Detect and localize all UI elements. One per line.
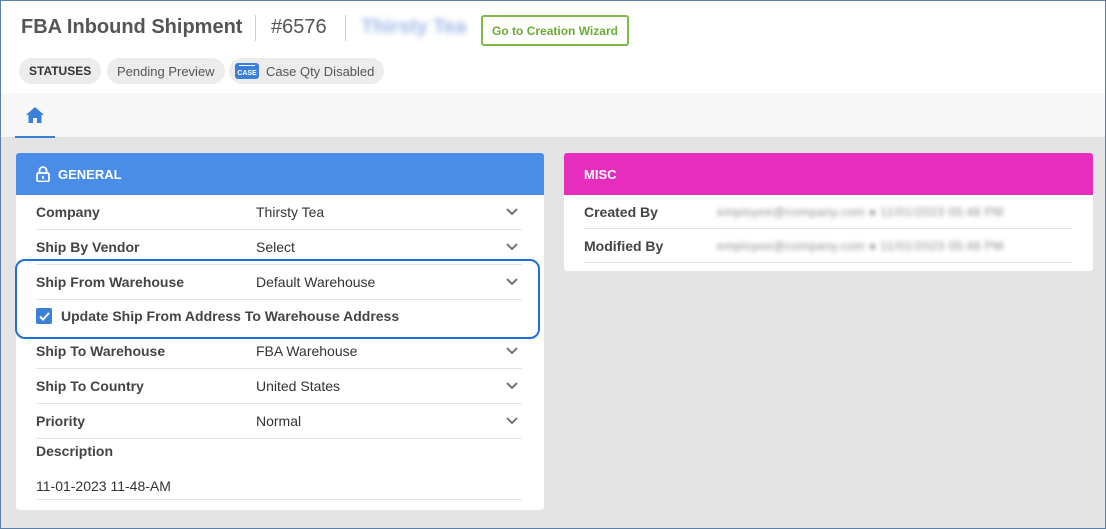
tab-bar	[1, 93, 1105, 138]
field-value: Select	[256, 239, 295, 255]
chevron-down-icon[interactable]	[502, 382, 522, 390]
field-label: Ship From Warehouse	[36, 274, 185, 290]
created-by-value: employee@company.com ● 11/01/2023 05:48 …	[717, 204, 1004, 219]
chevron-down-icon[interactable]	[502, 417, 522, 425]
update-ship-from-address-checkbox-row[interactable]: Update Ship From Address To Warehouse Ad…	[36, 300, 522, 332]
field-ship-to-country[interactable]: Ship To Country United States	[36, 369, 522, 404]
field-value: FBA Warehouse	[256, 343, 358, 359]
home-icon	[26, 106, 44, 123]
misc-panel-title: MISC	[584, 166, 617, 182]
checkbox-label: Update Ship From Address To Warehouse Ad…	[61, 308, 400, 324]
checkbox-checked[interactable]	[36, 308, 52, 324]
tab-home[interactable]	[15, 93, 55, 138]
field-value: Normal	[256, 413, 302, 429]
page-header: FBA Inbound Shipment #6576 Thirsty Tea G…	[1, 1, 1105, 93]
chevron-down-icon[interactable]	[502, 208, 522, 216]
general-panel: GENERAL Company Thirsty Tea Ship By Vend…	[16, 153, 544, 510]
created-by-row: Created By employee@company.com ● 11/01/…	[584, 195, 1072, 229]
field-label: Ship To Warehouse	[36, 343, 166, 359]
order-number: #6576	[271, 16, 327, 38]
statuses-label: STATUSES	[19, 58, 102, 84]
page-title: FBA Inbound Shipment	[21, 16, 243, 38]
field-value: United States	[256, 378, 341, 394]
chevron-down-icon[interactable]	[502, 243, 522, 251]
field-ship-by-vendor[interactable]: Ship By Vendor Select	[36, 230, 522, 265]
description-label: Description	[36, 443, 114, 459]
chevron-down-icon[interactable]	[502, 278, 522, 286]
case-box-icon: CASE	[235, 63, 259, 79]
created-by-label: Created By	[584, 203, 658, 220]
field-label: Priority	[36, 413, 86, 429]
status-chip-case-qty-disabled[interactable]: CASE Case Qty Disabled	[229, 58, 385, 84]
modified-by-value: employee@company.com ● 11/01/2023 05:48 …	[717, 238, 1004, 253]
field-value: Thirsty Tea	[256, 204, 325, 220]
lock-icon	[36, 166, 50, 182]
field-ship-to-warehouse[interactable]: Ship To Warehouse FBA Warehouse	[36, 334, 522, 369]
go-to-creation-wizard-button[interactable]: Go to Creation Wizard	[481, 15, 629, 46]
field-value: Default Warehouse	[256, 274, 376, 290]
status-chip-pending-preview[interactable]: Pending Preview	[107, 58, 225, 84]
modified-by-label: Modified By	[584, 237, 664, 254]
field-ship-from-warehouse[interactable]: Ship From Warehouse Default Warehouse	[36, 265, 522, 300]
field-label: Company	[36, 204, 100, 220]
general-panel-header: GENERAL	[16, 153, 544, 195]
field-company[interactable]: Company Thirsty Tea	[36, 195, 522, 230]
company-name-blurred: Thirsty Tea	[361, 16, 467, 38]
general-panel-title: GENERAL	[58, 166, 122, 182]
misc-panel: MISC Created By employee@company.com ● 1…	[564, 153, 1093, 271]
field-label: Ship By Vendor	[36, 239, 140, 255]
modified-by-row: Modified By employee@company.com ● 11/01…	[584, 229, 1072, 263]
description-input[interactable]: 11-01-2023 11-48-AM	[36, 478, 522, 500]
chevron-down-icon[interactable]	[502, 347, 522, 355]
status-chip-label: Case Qty Disabled	[266, 63, 375, 79]
app-frame: FBA Inbound Shipment #6576 Thirsty Tea G…	[0, 0, 1106, 529]
divider	[255, 15, 256, 41]
field-label: Ship To Country	[36, 378, 144, 394]
field-priority[interactable]: Priority Normal	[36, 404, 522, 439]
divider	[345, 15, 346, 41]
misc-panel-header: MISC	[564, 153, 1093, 195]
